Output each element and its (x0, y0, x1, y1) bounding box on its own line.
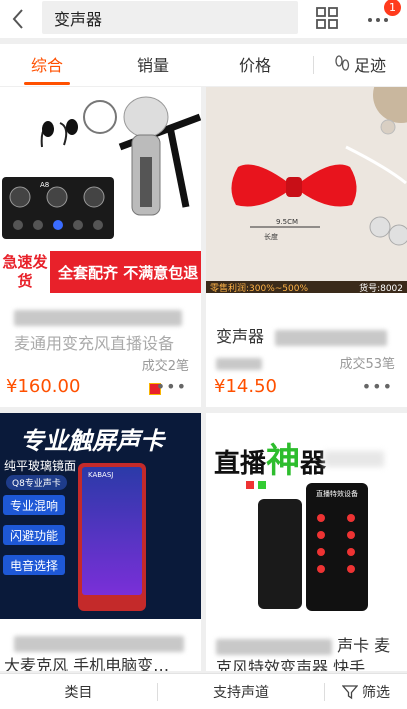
size-label: 9.5CM (276, 218, 298, 226)
product-card[interactable]: A8 急速发货 全套配齐 不满意包退 麦通用变充风直播设备 成交2笔 ¥160.… (0, 87, 201, 407)
more-options-button[interactable]: ••• (362, 377, 393, 396)
ad-badge: Q8专业声卡 (6, 475, 67, 490)
feature-pill: 电音选择 (3, 555, 65, 575)
category-button[interactable]: 类目 (0, 674, 157, 709)
search-results-page: 变声器 1 综合 销量 价格 足迹 A8 急速发货 全套配齐 不满意包退 麦通用… (0, 0, 407, 709)
item-number: 货号:8002 (359, 283, 403, 294)
notification-badge: 1 (383, 0, 402, 17)
product-title-suffix: 声卡 麦 (337, 636, 391, 655)
tab-footprint-label: 足迹 (353, 56, 386, 75)
product-price: ¥14.50 (214, 376, 277, 397)
filter-label: 筛选 (362, 685, 390, 701)
product-image[interactable]: A8 急速发货 全套配齐 不满意包退 (0, 87, 201, 293)
chevron-left-icon (12, 9, 23, 29)
promo-text: 全套配齐 不满意包退 (58, 263, 199, 282)
search-input[interactable]: 变声器 (42, 1, 298, 34)
product-card[interactable]: 直播神器 直播特效设备 声卡 麦 克风特效变声器 快手… (206, 413, 407, 671)
watermark (324, 451, 384, 467)
filter-button[interactable]: 筛选 (325, 674, 407, 709)
bowtie-voice-changer-illustration: 9.5CM 长度 (231, 87, 407, 246)
support-channel-button[interactable]: 支持声道 (158, 674, 324, 709)
sort-tabs: 综合 销量 价格 足迹 (0, 44, 407, 86)
device-label: A8 (40, 181, 49, 189)
grid-view-button[interactable] (315, 6, 339, 30)
feature-pill: 闪避功能 (3, 525, 65, 545)
product-card[interactable]: 专业触屏声卡 纯平玻璃镜面 Q8专业声卡 专业混响 闪避功能 电音选择 KABA… (0, 413, 201, 671)
bottom-filter-bar: 类目 支持声道 筛选 (0, 673, 407, 709)
product-title: 声卡 麦 (216, 632, 390, 656)
profit-text: 零售利润:300%~500% (210, 283, 309, 294)
tab-price[interactable]: 价格 (222, 44, 288, 84)
sales-count: 成交53笔 (339, 357, 395, 372)
promo-banner: 急速发货 全套配齐 不满意包退 (0, 251, 201, 293)
size-tag: 长度 (264, 232, 278, 241)
product-card[interactable]: 9.5CM 长度 零售利润:300%~500% 货号:8002 变声器 成交53… (206, 87, 407, 407)
shop-name (216, 353, 262, 372)
more-options-button[interactable]: ••• (156, 377, 187, 396)
ad-headline: 专业触屏声卡 (20, 427, 164, 455)
product-title-line2: 克风特效变声器 快手… (216, 658, 382, 671)
product-title: 变声器 (216, 323, 388, 347)
ad-subline: 纯平玻璃镜面 (4, 459, 77, 473)
live-stream-device-illustration (246, 481, 368, 611)
tab-footprint[interactable]: 足迹 (328, 44, 392, 84)
product-title (14, 633, 184, 652)
grid-view-icon (316, 7, 338, 29)
product-title-prefix: 变声器 (216, 327, 265, 346)
product-image[interactable]: 9.5CM 长度 零售利润:300%~500% 货号:8002 (206, 87, 407, 293)
product-title-line2: 大麦克风 手机电脑变… (4, 656, 170, 671)
product-title (14, 307, 182, 326)
product-image[interactable]: 直播神器 直播特效设备 (206, 413, 407, 619)
sales-count: 成交2笔 (141, 359, 189, 374)
feature-pill: 专业混响 (3, 495, 65, 515)
product-title-line2: 麦通用变充风直播设备 (14, 334, 175, 353)
tab-sales[interactable]: 销量 (120, 44, 186, 84)
sound-card-device: KABASJ (78, 463, 146, 611)
profit-overlay: 零售利润:300%~500% 货号:8002 (206, 281, 407, 293)
tab-comprehensive[interactable]: 综合 (14, 44, 80, 84)
product-price: ¥160.00 (6, 376, 81, 397)
filter-funnel-icon (342, 685, 358, 700)
product-image[interactable]: 专业触屏声卡 纯平玻璃镜面 Q8专业声卡 专业混响 闪避功能 电音选择 KABA… (0, 413, 201, 619)
device-screen: KABASJ (82, 467, 142, 595)
device-caption: 直播特效设备 (316, 490, 358, 498)
back-button[interactable] (0, 0, 36, 38)
promo-fast-shipping: 急速发货 (0, 251, 50, 293)
top-header: 变声器 1 (0, 0, 407, 38)
tab-divider (313, 56, 314, 74)
active-tab-indicator (24, 82, 70, 85)
search-query: 变声器 (54, 9, 103, 29)
device-brand: KABASJ (88, 471, 114, 479)
footprint-icon (335, 55, 350, 71)
